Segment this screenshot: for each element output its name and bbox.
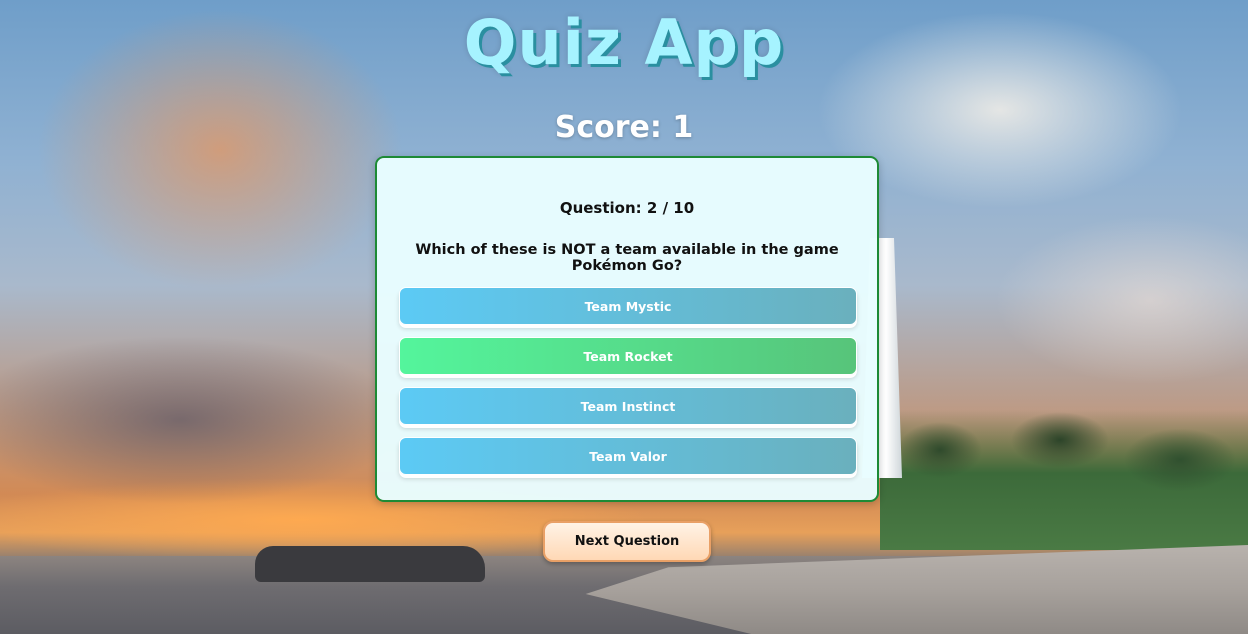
question-text: Which of these is NOT a team available i… [415, 242, 839, 274]
question-counter-label: Question: [559, 199, 642, 217]
app-title: Quiz App [463, 6, 785, 79]
score-label: Score: [554, 110, 662, 145]
answer-option-team-instinct[interactable]: Team Instinct [399, 387, 857, 425]
background-trees [880, 410, 1248, 550]
score-value: 1 [672, 110, 694, 145]
answer-option-team-mystic[interactable]: Team Mystic [399, 287, 857, 325]
question-separator: / [662, 199, 669, 217]
question-total: 10 [673, 199, 695, 217]
question-counter: Question: 2 / 10 [377, 199, 877, 217]
answer-option-team-rocket[interactable]: Team Rocket [399, 337, 857, 375]
score-display: Score: 1 [0, 110, 1248, 145]
quiz-card: Question: 2 / 10 Which of these is NOT a… [375, 156, 879, 502]
question-current: 2 [646, 199, 658, 217]
answer-option-team-valor[interactable]: Team Valor [399, 437, 857, 475]
answer-list: Team Mystic Team Rocket Team Instinct Te… [399, 287, 858, 487]
background-rocks [255, 546, 485, 582]
next-question-button[interactable]: Next Question [543, 521, 711, 562]
